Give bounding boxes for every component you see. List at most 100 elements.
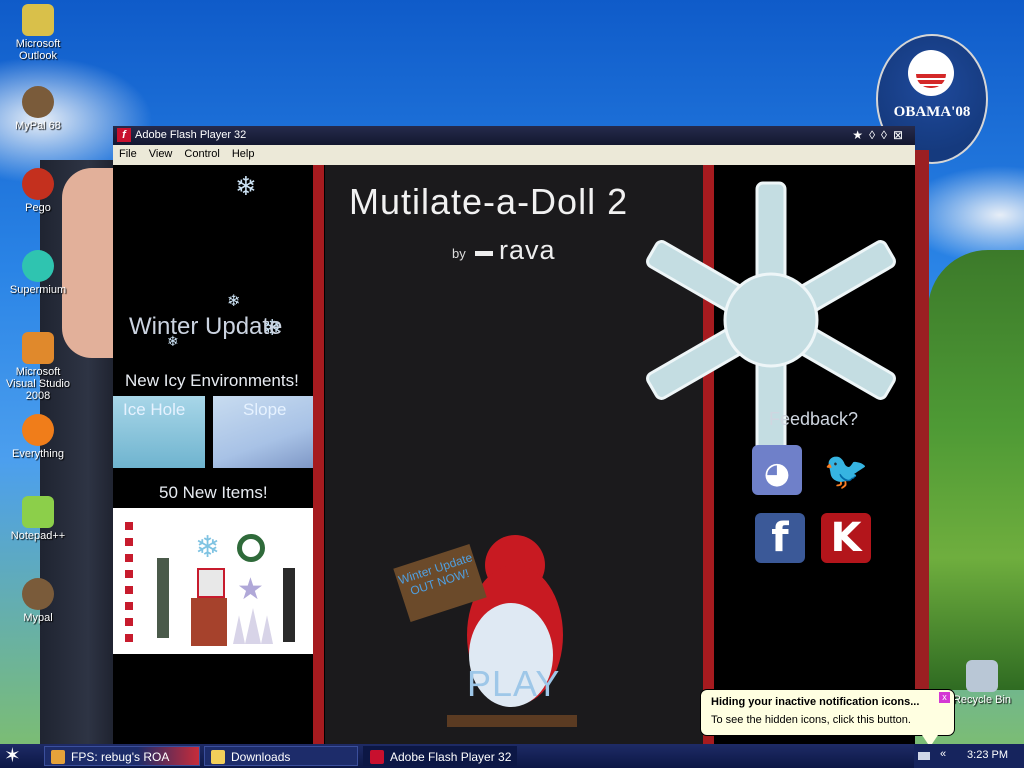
maximize-icon[interactable]: ◊ — [881, 128, 893, 142]
author-logo-dash — [475, 251, 493, 256]
desktop-icon-visual-studio[interactable]: Microsoft Visual Studio 2008 — [0, 332, 76, 402]
notification-balloon[interactable]: Hiding your inactive notification icons.… — [700, 689, 955, 736]
desktop-icon-label: Notepad++ — [10, 530, 66, 542]
everything-icon — [22, 414, 54, 446]
chimney-icon — [191, 598, 227, 646]
items-preview: ❄ ★ — [113, 508, 318, 654]
environment-ice-hole[interactable]: Ice Hole — [113, 396, 205, 468]
game-canvas[interactable]: ❄ ❄ ❄ ❄ Winter Update New Icy Environmen… — [113, 165, 915, 746]
discord-button[interactable]: ◕ — [752, 445, 802, 495]
taskbar-item-flash[interactable]: Adobe Flash Player 32 — [363, 746, 517, 766]
taskbar-item-label: Downloads — [231, 750, 291, 764]
supermium-icon — [22, 250, 54, 282]
kongregate-button[interactable]: K — [821, 513, 871, 563]
star-icon: ✶ — [4, 745, 21, 767]
environment-label: Ice Hole — [123, 400, 186, 419]
kongregate-icon: K — [830, 515, 862, 561]
desktop-icon-mypal[interactable]: Mypal — [0, 578, 76, 624]
play-button[interactable]: PLAY — [467, 663, 560, 705]
snowflake-icon: ❄ — [227, 293, 241, 310]
desktop-icon-label: Microsoft Visual Studio 2008 — [5, 366, 70, 402]
author-by: by — [452, 246, 466, 261]
ice-castle-icon — [233, 608, 273, 644]
browser-icon — [51, 750, 65, 764]
notification-body: To see the hidden icons, click this butt… — [711, 714, 911, 726]
desktop-icon-supermium[interactable]: Supermium — [0, 250, 76, 296]
menu-view[interactable]: View — [143, 145, 179, 160]
window-titlebar[interactable]: f Adobe Flash Player 32 ★◊◊⊠ — [113, 126, 915, 145]
icy-environments-heading: New Icy Environments! — [125, 371, 299, 390]
desktop-icon-label: Everything — [12, 448, 64, 460]
star-icon: ★ — [237, 573, 264, 606]
nutcracker-icon — [283, 568, 295, 642]
taskbar-item-label: Adobe Flash Player 32 — [390, 750, 512, 764]
menu-control[interactable]: Control — [178, 145, 225, 160]
menu-file[interactable]: File — [113, 145, 143, 160]
notification-title: Hiding your inactive notification icons.… — [711, 696, 920, 708]
taskbar-item-browser[interactable]: FPS: rebug's ROA — [44, 746, 200, 766]
menu-bar: File View Control Help — [113, 145, 915, 165]
desktop-icon-label: Microsoft Outlook — [15, 38, 61, 62]
menu-help[interactable]: Help — [226, 145, 261, 160]
wallpaper-trees — [928, 250, 1024, 690]
desktop-icon-label: Mypal — [23, 612, 53, 624]
author-name: rava — [499, 235, 556, 265]
close-icon[interactable]: ⊠ — [893, 128, 909, 142]
discord-icon: ◕ — [763, 456, 791, 491]
desktop-icon-notepadpp[interactable]: Notepad++ — [0, 496, 76, 542]
left-divider — [313, 165, 324, 746]
recycle-bin-icon — [966, 660, 998, 692]
desktop-icon-pego[interactable]: Pego — [0, 168, 76, 214]
gift-icon — [197, 568, 225, 598]
flash-icon: f — [117, 128, 131, 142]
mypal-icon — [22, 86, 54, 118]
window-controls: ★◊◊⊠ — [852, 128, 909, 142]
desktop-icon-recycle-bin[interactable]: Recycle Bin — [944, 660, 1020, 706]
taskbar: ✶ FPS: rebug's ROA Downloads Adobe Flash… — [0, 744, 1024, 768]
desktop-icon-label: MyPal 68 — [15, 120, 61, 132]
candy-cane-icon — [125, 522, 133, 644]
mypal-icon — [22, 578, 54, 610]
system-tray: « 3:23 PM — [914, 744, 1024, 768]
close-icon[interactable]: x — [939, 692, 950, 703]
feedback-label: Feedback? — [769, 409, 859, 429]
twitter-icon: 🐦 — [823, 451, 869, 492]
visual-studio-icon — [22, 332, 54, 364]
campaign-logo-icon — [908, 50, 954, 96]
game-title: Mutilate-a-Doll 2 — [349, 181, 629, 222]
desktop-icon-everything[interactable]: Everything — [0, 414, 76, 460]
desktop-icon-mypal68[interactable]: MyPal 68 — [0, 86, 76, 132]
flash-player-window: f Adobe Flash Player 32 ★◊◊⊠ File View Con… — [113, 126, 915, 746]
snowflake-icon: ❄ — [195, 531, 221, 564]
taskbar-item-label: FPS: rebug's ROA — [71, 750, 170, 764]
environment-slope[interactable]: Slope — [213, 396, 317, 468]
desktop-icon-outlook[interactable]: Microsoft Outlook — [0, 4, 76, 62]
clock[interactable]: 3:23 PM — [967, 749, 1008, 761]
twitter-button[interactable]: 🐦 — [821, 445, 871, 495]
outlook-icon — [22, 4, 54, 36]
campaign-badge-text: OBAMA'08 — [893, 104, 971, 120]
winter-update-heading: Winter Update — [129, 313, 283, 340]
wreath-icon — [237, 534, 265, 562]
flash-icon — [370, 750, 384, 764]
star-icon[interactable]: ★ — [852, 128, 869, 142]
keyboard-icon[interactable] — [918, 752, 930, 760]
show-hidden-icons-icon[interactable]: « — [940, 748, 946, 760]
minimize-icon[interactable]: ◊ — [869, 128, 881, 142]
desktop-icon-label: Pego — [25, 202, 51, 214]
notepadpp-icon — [22, 496, 54, 528]
pego-icon — [22, 168, 54, 200]
bottle-icon — [157, 558, 169, 638]
folder-icon — [211, 750, 225, 764]
facebook-icon: f — [771, 515, 789, 561]
window-resize-edge[interactable] — [915, 150, 929, 722]
start-button[interactable]: ✶ — [4, 746, 30, 766]
window-title: Adobe Flash Player 32 — [135, 129, 247, 141]
facebook-button[interactable]: f — [755, 513, 805, 563]
taskbar-item-downloads[interactable]: Downloads — [204, 746, 358, 766]
desktop-icon-label: Recycle Bin — [952, 694, 1012, 706]
desktop-icon-label: Supermium — [9, 284, 67, 296]
environment-label: Slope — [243, 400, 287, 419]
bench — [447, 715, 577, 727]
update-panel: ❄ ❄ ❄ ❄ Winter Update New Icy Environmen… — [113, 165, 318, 746]
